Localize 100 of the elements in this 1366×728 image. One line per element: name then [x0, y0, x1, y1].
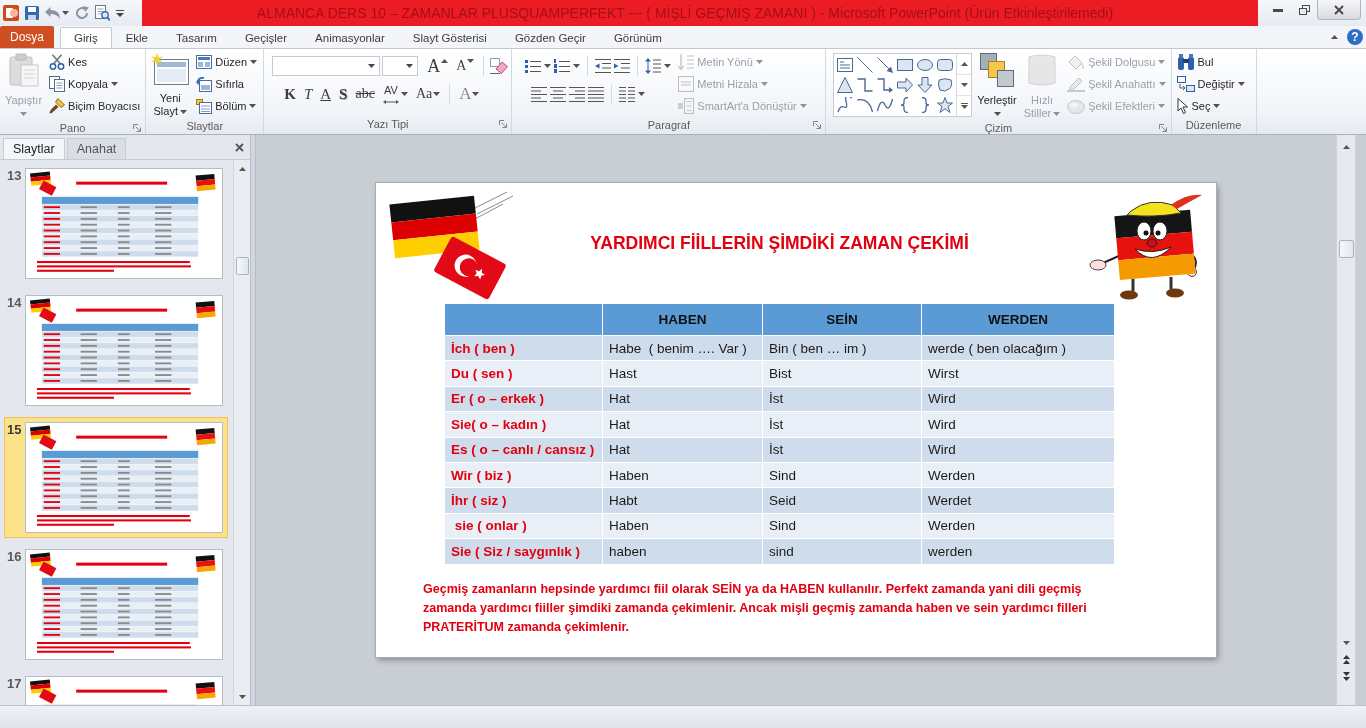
justify-icon[interactable]: [588, 86, 605, 102]
italic-button[interactable]: T: [300, 83, 316, 105]
arrange-button[interactable]: Yerleştir: [975, 51, 1019, 122]
slide-thumbnail[interactable]: [25, 422, 223, 533]
eraser-icon[interactable]: [490, 58, 509, 74]
bold-button[interactable]: K: [281, 83, 299, 105]
more-icon[interactable]: [960, 103, 968, 109]
shrink-font-button[interactable]: A: [453, 55, 478, 77]
ribbon-tab[interactable]: Geçişler: [230, 27, 302, 48]
dialog-launcher-icon[interactable]: [499, 119, 508, 128]
star-icon[interactable]: [937, 97, 954, 113]
line-icon[interactable]: [857, 57, 874, 73]
format-painter-button[interactable]: Biçim Boyacısı: [47, 95, 143, 117]
arc-icon[interactable]: [857, 97, 874, 113]
scrollbar-thumb[interactable]: [235, 257, 249, 275]
reset-button[interactable]: Sıfırla: [194, 73, 260, 95]
slide-thumbnail[interactable]: [25, 549, 223, 660]
ribbon-tab[interactable]: Tasarım: [162, 27, 231, 48]
character-spacing-button[interactable]: AV: [379, 83, 411, 105]
align-left-icon[interactable]: [531, 86, 548, 102]
pane-tab[interactable]: Slaytlar: [3, 138, 65, 159]
grow-font-button[interactable]: A: [424, 55, 452, 77]
section-button[interactable]: Bölüm: [194, 95, 260, 117]
rectangle-icon[interactable]: [897, 57, 914, 73]
align-center-icon[interactable]: [550, 86, 567, 102]
change-case-button[interactable]: Aa: [412, 83, 444, 105]
restore-icon[interactable]: [1298, 5, 1310, 15]
right-arrow-icon[interactable]: [897, 77, 914, 93]
ribbon-tab[interactable]: Ekle: [111, 27, 162, 48]
replace-button[interactable]: Değiştir: [1174, 73, 1247, 95]
scroll-up-icon[interactable]: [960, 62, 968, 66]
down-arrow-icon[interactable]: [917, 77, 934, 93]
scrollbar[interactable]: [1336, 135, 1356, 705]
scroll-down-icon[interactable]: [238, 694, 246, 699]
app-logo-icon[interactable]: [3, 5, 19, 21]
scroll-up-icon[interactable]: [238, 166, 246, 171]
caret-icon[interactable]: [62, 11, 69, 15]
dialog-launcher-icon[interactable]: [133, 124, 142, 132]
close-button[interactable]: [1317, 0, 1361, 20]
close-icon[interactable]: [235, 142, 244, 152]
caret-icon[interactable]: [664, 64, 672, 68]
ribbon-tab[interactable]: Görünüm: [599, 27, 676, 48]
dropdown-icon[interactable]: [116, 9, 124, 17]
columns-icon[interactable]: [619, 86, 636, 102]
cut-button[interactable]: Kes: [47, 51, 143, 73]
new-slide-button[interactable]: Yeni Slayt: [149, 51, 192, 120]
bullet-list-icon[interactable]: [525, 59, 542, 73]
circular-arrow-icon[interactable]: [75, 6, 89, 20]
ribbon-tab[interactable]: Animasyonlar: [301, 27, 399, 48]
slide-thumbnail[interactable]: [25, 295, 223, 406]
copy-button[interactable]: Kopyala: [47, 73, 143, 95]
pane-tab[interactable]: Anahat: [66, 138, 127, 159]
scroll-up-icon[interactable]: [1342, 144, 1350, 149]
ribbon-tab[interactable]: Giriş: [60, 27, 112, 48]
double-down-arrow-icon[interactable]: [1342, 672, 1350, 681]
slide-list-item[interactable]: 15: [4, 417, 228, 538]
find-button[interactable]: Bul: [1174, 51, 1247, 73]
double-up-arrow-icon[interactable]: [1342, 655, 1350, 664]
oval-icon[interactable]: [917, 57, 934, 73]
strikethrough-button[interactable]: abc: [352, 83, 378, 105]
decrease-indent-icon[interactable]: [595, 59, 612, 73]
scrollbar[interactable]: [233, 160, 250, 705]
font-size-field[interactable]: [382, 56, 419, 76]
text-box-icon[interactable]: [837, 57, 854, 73]
elbow-connector-icon[interactable]: [857, 77, 874, 93]
slide-list-item[interactable]: 16: [4, 544, 228, 665]
dialog-launcher-icon[interactable]: [1158, 124, 1167, 132]
caret-icon[interactable]: [573, 64, 581, 68]
minimize-icon[interactable]: [1273, 8, 1283, 12]
arrow-icon[interactable]: [877, 57, 894, 73]
freeform-shape-icon[interactable]: [937, 77, 954, 93]
slide-thumbnail[interactable]: [25, 168, 223, 279]
layout-button[interactable]: Düzen: [194, 51, 260, 73]
curve-icon[interactable]: [877, 97, 894, 113]
scroll-down-icon[interactable]: [960, 83, 968, 87]
slide-list-item[interactable]: 17: [4, 671, 228, 705]
caret-up-icon[interactable]: [1331, 35, 1338, 39]
increase-indent-icon[interactable]: [614, 59, 631, 73]
underline-button[interactable]: A: [317, 83, 335, 105]
file-tab[interactable]: Dosya: [0, 26, 54, 48]
slide-list-item[interactable]: 14: [4, 290, 228, 411]
shadow-button[interactable]: S: [336, 83, 351, 105]
slide-list-item[interactable]: 13: [4, 163, 228, 284]
scrollbar-thumb[interactable]: [1338, 240, 1354, 258]
ribbon-tab[interactable]: Gözden Geçir: [500, 27, 600, 48]
scribble-icon[interactable]: [837, 97, 854, 113]
help-button[interactable]: ?: [1347, 29, 1363, 45]
line-spacing-icon[interactable]: [645, 58, 662, 74]
numbered-list-icon[interactable]: [554, 59, 571, 73]
align-right-icon[interactable]: [569, 86, 586, 102]
dialog-launcher-icon[interactable]: [813, 120, 822, 129]
ribbon-tab[interactable]: Slayt Gösterisi: [398, 27, 501, 48]
caret-icon[interactable]: [544, 64, 552, 68]
font-name-field[interactable]: [272, 56, 381, 76]
elbow-arrow-icon[interactable]: [877, 77, 894, 93]
caret-icon[interactable]: [638, 92, 646, 96]
select-button[interactable]: Seç: [1174, 95, 1247, 117]
scroll-down-icon[interactable]: [1342, 640, 1350, 645]
page-magnifier-icon[interactable]: [95, 5, 110, 21]
triangle-icon[interactable]: [837, 77, 854, 93]
